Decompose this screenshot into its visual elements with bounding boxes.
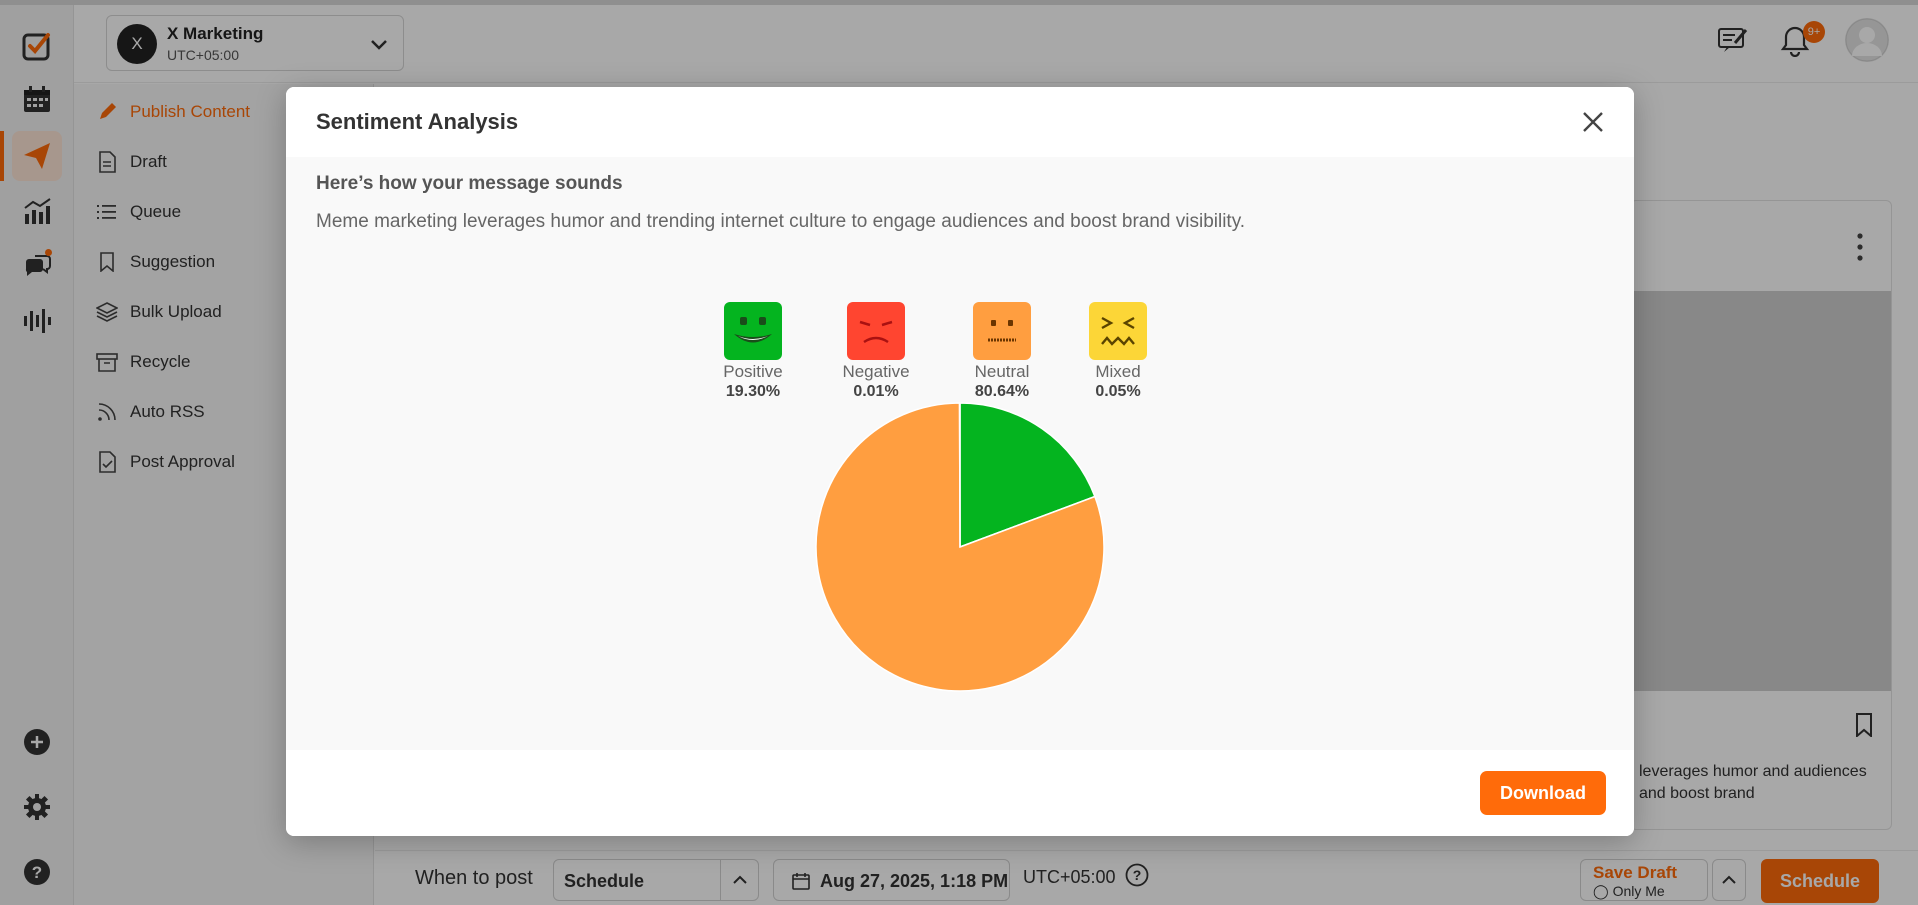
legend-label: Positive xyxy=(723,362,783,381)
neutral-face-icon xyxy=(973,302,1031,360)
legend-mixed: Mixed 0.05% xyxy=(1073,302,1163,401)
legend-value: 0.05% xyxy=(1095,383,1141,400)
modal-footer: Download xyxy=(286,750,1634,836)
modal-title: Sentiment Analysis xyxy=(316,109,519,134)
close-icon[interactable] xyxy=(1578,107,1608,137)
legend-label: Mixed xyxy=(1095,362,1141,381)
confounded-face-icon xyxy=(1089,302,1147,360)
legend-label: Negative xyxy=(842,362,910,381)
angry-face-icon xyxy=(847,302,905,360)
download-button[interactable]: Download xyxy=(1480,771,1606,815)
legend-label: Neutral xyxy=(974,362,1030,381)
legend-negative: Negative 0.01% xyxy=(831,302,921,401)
analyzed-message: Meme marketing leverages humor and trend… xyxy=(316,211,1246,232)
legend-positive: Positive 19.30% xyxy=(708,302,798,401)
legend-value: 19.30% xyxy=(725,383,781,400)
modal-header: Sentiment Analysis xyxy=(286,87,1634,157)
legend-neutral: Neutral 80.64% xyxy=(957,302,1047,401)
sentiment-pie-chart xyxy=(815,402,1105,692)
happy-face-icon xyxy=(724,302,782,360)
legend-value: 80.64% xyxy=(974,383,1030,400)
legend-value: 0.01% xyxy=(853,383,899,400)
modal-subtitle: Here’s how your message sounds xyxy=(316,173,623,194)
